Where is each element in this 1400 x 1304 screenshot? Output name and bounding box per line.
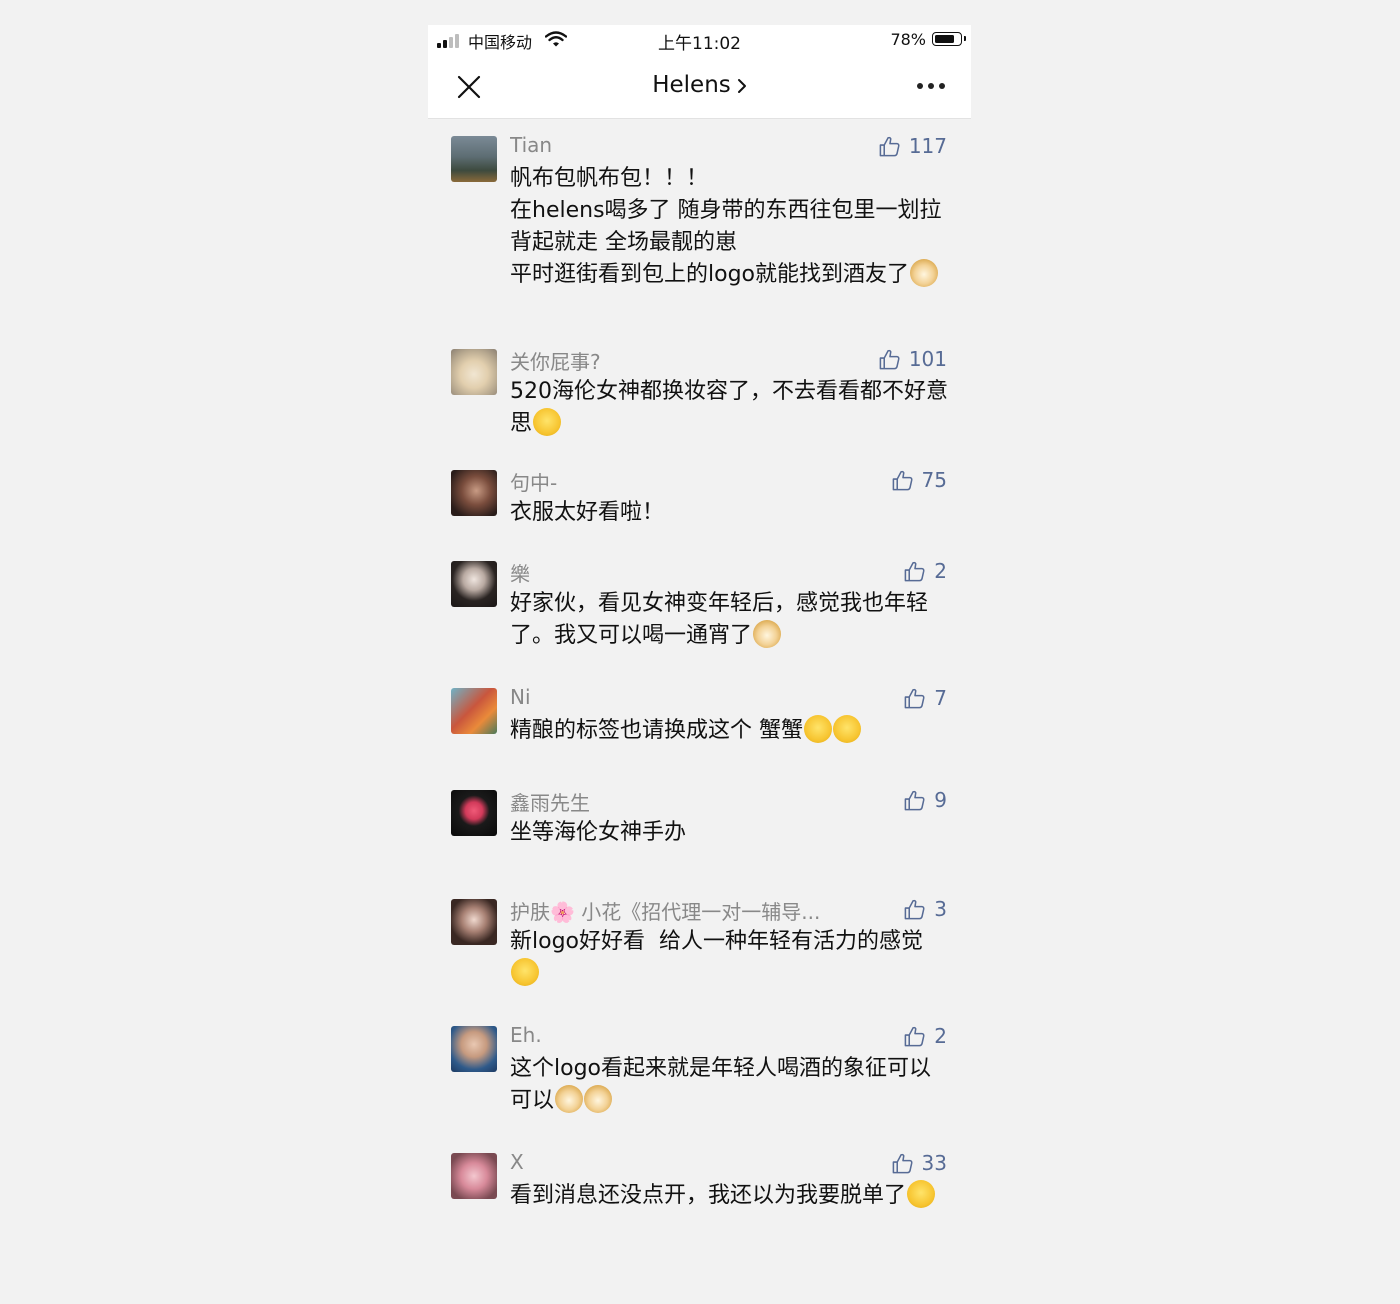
thumbs-up-icon [904, 1026, 925, 1046]
comment-text: 精酿的标签也请换成这个 蟹蟹 [510, 715, 950, 747]
comment-text: 看到消息还没点开，我还以为我要脱单了 [510, 1180, 950, 1212]
comment-text: 好家伙，看见女神变年轻后，感觉我也年轻了。我又可以喝一通宵了 [510, 588, 950, 652]
avatar[interactable] [451, 470, 497, 516]
smirk-emoji [833, 715, 861, 743]
comment-text: 坐等海伦女神手办 [510, 817, 950, 849]
avatar[interactable] [451, 136, 497, 182]
comment-text: 衣服太好看啦！ [510, 497, 950, 529]
thumbs-up-icon [892, 470, 913, 490]
like-count: 117 [908, 134, 947, 158]
comment-text: 520海伦女神都换妆容了，不去看看都不好意思 [510, 376, 950, 440]
comment-nickname: Eh. [510, 1023, 542, 1047]
avatar[interactable] [451, 899, 497, 945]
battery-percentage: 78% [890, 30, 926, 49]
thumbs-up-icon [904, 899, 925, 919]
more-icon[interactable] [917, 83, 945, 91]
like-button[interactable]: 101 [878, 346, 947, 372]
dazed-emoji [511, 958, 539, 986]
comment-text-body: 看到消息还没点开，我还以为我要脱单了 [510, 1183, 907, 1208]
comment-text-body: 衣服太好看啦！ [510, 500, 665, 525]
thumbs-up-icon [904, 561, 925, 581]
battery-icon [932, 32, 966, 46]
navigation-bar: Helens [428, 55, 971, 119]
battery-level-fill [935, 35, 954, 43]
like-count: 2 [934, 1024, 947, 1048]
comment-nickname: 樂 [510, 562, 530, 586]
comment-nickname: Ni [510, 685, 531, 709]
avatar[interactable] [451, 790, 497, 836]
like-count: 33 [921, 1151, 947, 1175]
comment-text: 这个logo看起来就是年轻人喝酒的象征可以可以 [510, 1053, 950, 1117]
comment-text-body: 520海伦女神都换妆容了，不去看看都不好意思 [510, 379, 948, 436]
like-count: 3 [934, 897, 947, 921]
doge-emoji [584, 1085, 613, 1113]
like-button[interactable]: 2 [903, 558, 947, 584]
avatar[interactable] [451, 349, 497, 395]
comment-nickname: Tian [510, 133, 553, 157]
avatar[interactable] [451, 688, 497, 734]
comment-text-body: 帆布包帆布包！！！ 在helens喝多了 随身带的东西往包里一划拉背起就走 全场… [510, 166, 942, 287]
comment-text: 帆布包帆布包！！！ 在helens喝多了 随身带的东西往包里一划拉背起就走 全场… [510, 163, 950, 291]
like-button[interactable]: 7 [903, 685, 947, 711]
doge-emoji [753, 620, 782, 648]
like-button[interactable]: 117 [878, 133, 947, 159]
like-button[interactable]: 3 [903, 896, 947, 922]
comment-text: 新logo好好看 给人一种年轻有活力的感觉 [510, 926, 950, 990]
thumbs-up-icon [904, 790, 925, 810]
like-button[interactable]: 33 [891, 1150, 947, 1176]
comment-nickname: 句中- [510, 471, 558, 495]
status-bar: 中国移动 上午11:02 78% [428, 25, 971, 55]
thumbs-up-icon [904, 688, 925, 708]
comment-text-body: 坐等海伦女神手办 [510, 820, 687, 845]
avatar[interactable] [451, 561, 497, 607]
like-button[interactable]: 9 [903, 787, 947, 813]
comment-text-body: 精酿的标签也请换成这个 蟹蟹 [510, 718, 803, 743]
comment-nickname: 鑫雨先生 [510, 791, 590, 815]
smile-emoji [907, 1180, 936, 1208]
comment-nickname: 护肤🌸 小花《招代理一对一辅导... [510, 900, 821, 924]
comment-text-body: 好家伙，看见女神变年轻后，感觉我也年轻了。我又可以喝一通宵了 [510, 591, 929, 648]
avatar[interactable] [451, 1026, 497, 1072]
thumbs-up-icon [892, 1153, 913, 1173]
like-count: 75 [921, 468, 947, 492]
avatar[interactable] [451, 1153, 497, 1199]
doge-emoji [910, 259, 938, 287]
like-count: 9 [934, 788, 947, 812]
like-count: 101 [908, 347, 947, 371]
like-button[interactable]: 75 [891, 467, 947, 493]
doge-emoji [555, 1085, 584, 1113]
page-title-text: Helens [652, 72, 731, 98]
comment-nickname: 关你屁事? [510, 350, 601, 374]
sunglasses-emoji [533, 408, 562, 436]
smirk-emoji [804, 715, 832, 743]
chevron-right-icon [737, 78, 746, 93]
thumbs-up-icon [879, 136, 900, 156]
page-title[interactable]: Helens [428, 72, 971, 98]
like-count: 2 [934, 559, 947, 583]
phone-screen: 中国移动 上午11:02 78% Helens Tian 117 帆布包帆布包！！！… [428, 25, 971, 1304]
like-button[interactable]: 2 [903, 1023, 947, 1049]
like-count: 7 [934, 686, 947, 710]
comment-text-body: 新logo好好看 给人一种年轻有活力的感觉 [510, 929, 923, 954]
comment-nickname: X [510, 1150, 524, 1174]
thumbs-up-icon [879, 349, 900, 369]
